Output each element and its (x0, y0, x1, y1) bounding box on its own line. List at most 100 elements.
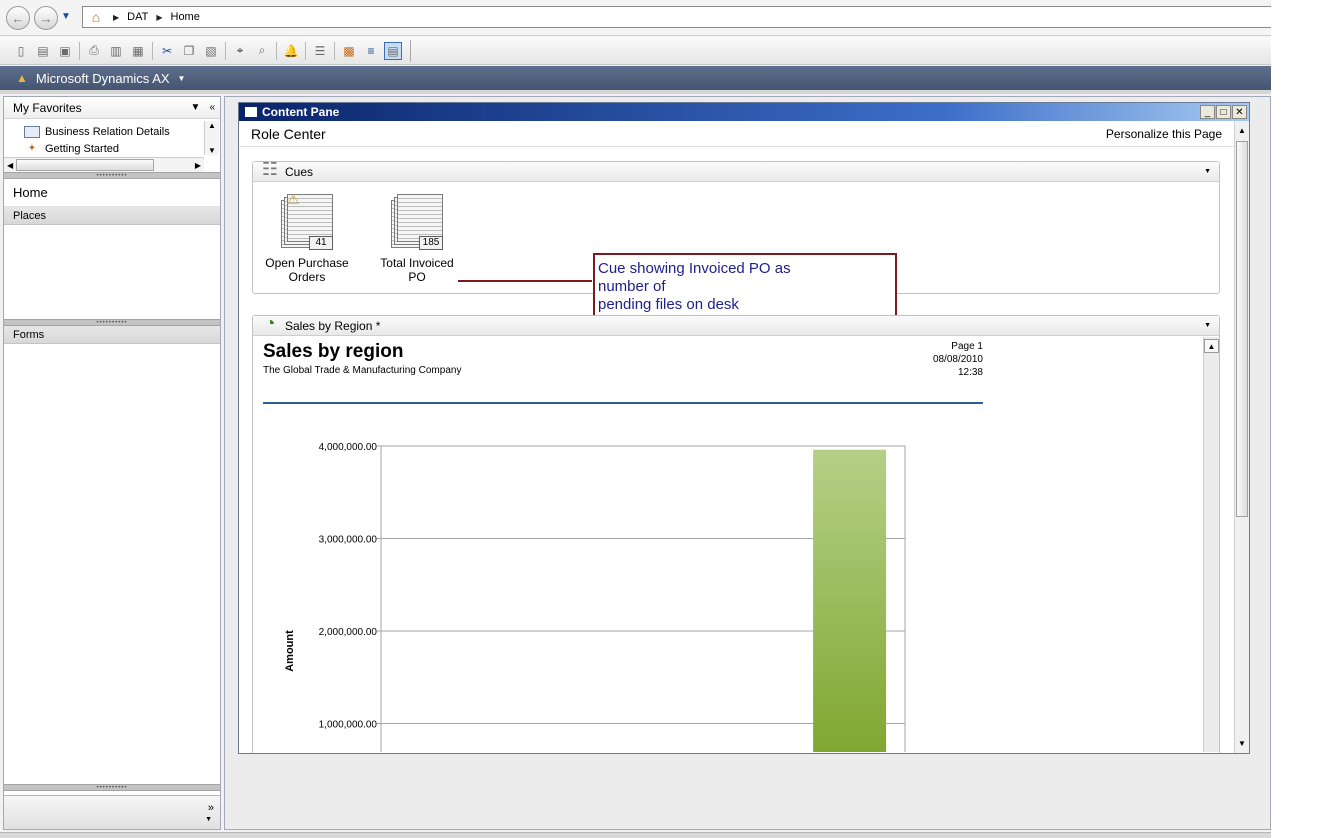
splitter-grip[interactable]: •••••••••• (4, 172, 220, 179)
chevron-down-icon[interactable]: ▼ (1204, 168, 1219, 175)
expand-chevron-icon[interactable]: » (208, 802, 214, 814)
maximize-icon[interactable]: □ (1216, 105, 1231, 119)
callout-connector (458, 280, 592, 282)
cues-part: ☷ Cues ▼ ⚠ 41 Open Purchase Orders 185 T… (252, 159, 1220, 322)
scroll-down-icon[interactable]: ▼ (208, 146, 216, 155)
cues-title: Cues (285, 164, 314, 179)
toolbar-end-separator (410, 39, 411, 62)
favorites-horizontal-scrollbar[interactable]: ◀ ▶ (4, 157, 204, 172)
save-icon[interactable]: ▣ (56, 42, 74, 60)
address-bar: ← → ▼ ⌂ ▶ DAT ▶ Home (0, 0, 1271, 36)
toolbar-separator (276, 41, 277, 60)
favorites-header[interactable]: My Favorites ▼ « (4, 97, 220, 119)
personalize-link[interactable]: Personalize this Page (1106, 127, 1222, 141)
toolbar: ▯ ▤ ▣ ⎙ ▥ ▦ ✂ ❐ ▧ ⌖ ⌕ 🔔 ☰ ▩ ≡ ▤ (0, 37, 1271, 65)
collapse-pane-icon[interactable]: « (209, 102, 215, 113)
home-icon[interactable]: ⌂ (87, 9, 105, 25)
toolbar-separator (334, 41, 335, 60)
scroll-up-icon[interactable]: ▲ (1204, 339, 1219, 353)
notes-icon[interactable]: ☰ (311, 42, 329, 60)
find-next-icon[interactable]: ⌕ (253, 42, 271, 60)
breadcrumb-separator-icon: ▶ (113, 12, 120, 22)
scrollbar-thumb[interactable] (16, 159, 154, 171)
cues-part-header[interactable]: ☷ Cues ▼ (253, 159, 1219, 182)
list-view-icon[interactable]: ≡ (362, 42, 380, 60)
minimize-icon[interactable]: _ (1200, 105, 1215, 119)
form-icon (24, 125, 40, 138)
alert-bell-icon[interactable]: 🔔 (282, 42, 300, 60)
splitter-grip[interactable]: •••••••••• (4, 319, 220, 326)
cue-count: 185 (419, 236, 443, 250)
print-preview-icon[interactable]: ▥ (107, 42, 125, 60)
chevron-down-icon[interactable]: ▼ (1204, 322, 1219, 329)
favorite-label: Getting Started (45, 142, 119, 155)
sales-chart: 1,000,000.00 2,000,000.00 3,000,000.00 4,00… (284, 442, 906, 752)
cue-open-purchase-orders[interactable]: ⚠ 41 Open Purchase Orders (262, 191, 352, 284)
scroll-left-icon[interactable]: ◀ (7, 161, 13, 170)
arrow-left-icon: ← (11, 10, 25, 26)
role-center-body: Role Center Personalize this Page ☷ Cues… (239, 121, 1234, 753)
page-setup-icon[interactable]: ▦ (129, 42, 147, 60)
favorite-item-business-relation[interactable]: Business Relation Details (24, 123, 220, 140)
places-section-header[interactable]: Places (4, 207, 220, 225)
forms-section-header[interactable]: Forms (4, 326, 220, 344)
report-vertical-scrollbar[interactable]: ▲ (1203, 337, 1219, 752)
print-icon[interactable]: ⎙ (85, 42, 103, 60)
role-center-header: Role Center Personalize this Page (239, 121, 1234, 147)
report-viewer: Sales by region The Global Trade & Manuf… (253, 337, 1203, 752)
cut-icon[interactable]: ✂ (158, 42, 176, 60)
address-field[interactable]: ⌂ ▶ DAT ▶ Home (82, 6, 1271, 28)
y-tick-label: 1,000,000.00 (319, 720, 378, 731)
scroll-down-icon[interactable]: ▼ (1235, 736, 1249, 751)
cue-label: Total Invoiced PO (380, 256, 454, 284)
cues-stack-icon: ☷ (261, 158, 279, 179)
chart-bar[interactable] (813, 449, 887, 752)
sales-by-region-part: ◔ Sales by Region * ▼ Sales by region Th… (252, 313, 1220, 753)
scroll-right-icon[interactable]: ▶ (195, 161, 201, 170)
copy-icon[interactable]: ❐ (180, 42, 198, 60)
pending-files-stack-icon: 185 (389, 194, 445, 250)
breadcrumb-dat[interactable]: DAT (127, 11, 148, 23)
paste-icon[interactable]: ▧ (202, 42, 220, 60)
dynamics-logo-icon: ▲ (16, 71, 28, 85)
sales-part-header[interactable]: ◔ Sales by Region * ▼ (253, 313, 1219, 336)
content-pane-scrollbar[interactable]: ▲ ▼ (1234, 121, 1249, 753)
scroll-up-icon[interactable]: ▲ (208, 121, 216, 130)
new-document-icon[interactable]: ▯ (12, 42, 30, 60)
page-title: Role Center (251, 125, 326, 142)
open-folder-icon[interactable]: ▤ (34, 42, 52, 60)
empty-margin (1271, 0, 1318, 838)
breadcrumb-home[interactable]: Home (171, 11, 200, 23)
toolbar-separator (225, 41, 226, 60)
close-icon[interactable]: ✕ (1232, 105, 1247, 119)
band-divider (0, 90, 1271, 94)
favorites-list: Business Relation Details ✦ Getting Star… (4, 119, 220, 157)
arrow-right-icon: → (39, 10, 53, 26)
wizard-icon: ✦ (27, 143, 37, 154)
scroll-up-icon[interactable]: ▲ (1235, 123, 1249, 138)
splitter-grip[interactable]: •••••••••• (4, 784, 220, 791)
content-pane-window: Content Pane _ □ ✕ Role Center Personali… (238, 102, 1250, 754)
nav-home-link[interactable]: Home (4, 179, 220, 207)
forward-button[interactable]: → (34, 6, 58, 30)
warning-icon: ⚠ (287, 191, 300, 207)
chevron-down-icon[interactable]: ▼ (191, 102, 201, 113)
content-view-icon[interactable]: ▤ (384, 41, 402, 60)
y-tick-label: 4,000,000.00 (319, 442, 378, 453)
favorite-item-getting-started[interactable]: ✦ Getting Started (24, 140, 220, 157)
chevron-down-icon[interactable]: ▼ (205, 816, 212, 823)
content-pane-titlebar[interactable]: Content Pane _ □ ✕ (239, 103, 1249, 121)
scrollbar-thumb[interactable] (1236, 141, 1248, 517)
favorites-vertical-scrollbar[interactable]: ▲ ▼ (204, 121, 219, 155)
back-button[interactable]: ← (6, 6, 30, 30)
history-dropdown-icon[interactable]: ▼ (61, 11, 71, 22)
find-icon[interactable]: ⌖ (231, 42, 249, 60)
cue-total-invoiced-po[interactable]: 185 Total Invoiced PO (372, 194, 462, 284)
callout-line-1: Cue showing Invoiced PO as (598, 260, 791, 277)
annotation-callout: Cue showing Invoiced PO as number of pen… (593, 253, 897, 322)
chevron-down-icon[interactable]: ▼ (178, 74, 186, 83)
toolbar-separator (152, 41, 153, 60)
report-icon[interactable]: ▩ (340, 42, 358, 60)
app-menu-button[interactable]: Microsoft Dynamics AX (36, 71, 170, 86)
breadcrumb-separator-icon: ▶ (156, 12, 163, 22)
